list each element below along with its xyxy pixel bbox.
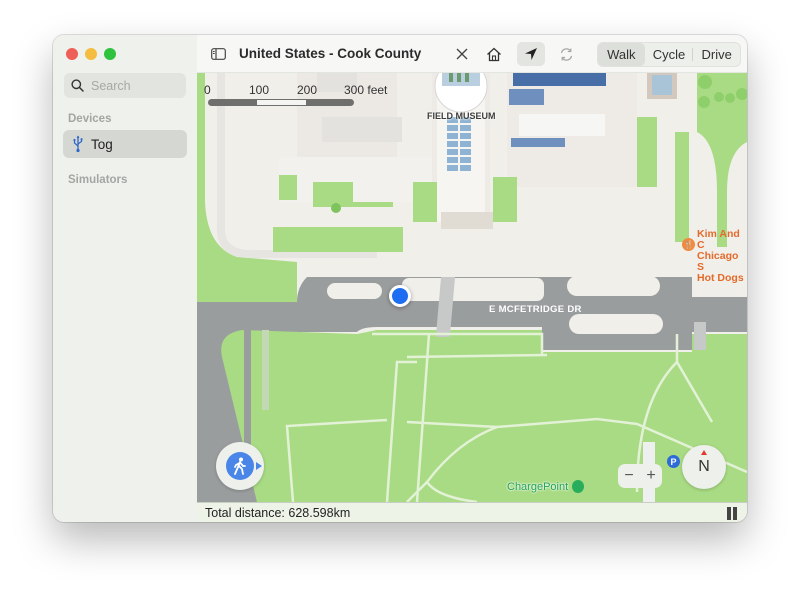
scale-label: 200 bbox=[297, 83, 318, 97]
sidebar-item-label: Tog bbox=[91, 136, 113, 152]
current-location-marker[interactable] bbox=[389, 285, 411, 307]
restaurant-label[interactable]: Kim And C Chicago S Hot Dogs bbox=[697, 229, 747, 284]
refresh-button[interactable] bbox=[553, 42, 579, 66]
search-input[interactable] bbox=[89, 77, 183, 94]
scale-bar bbox=[208, 99, 354, 106]
location-arrow-icon bbox=[525, 48, 537, 60]
sidebar-item-tog[interactable]: Tog bbox=[63, 130, 187, 158]
walk-direction-control[interactable] bbox=[216, 442, 264, 490]
close-icon bbox=[456, 48, 468, 60]
transport-mode-selector: Walk Cycle Drive bbox=[597, 42, 741, 67]
toolbar: United States - Cook County Walk Cycle D… bbox=[197, 35, 747, 73]
zoom-window-button[interactable] bbox=[104, 48, 116, 60]
app-window: Devices Tog Simulators bbox=[53, 35, 747, 522]
street-label: E MCFETRIDGE DR bbox=[489, 304, 582, 315]
search-icon bbox=[71, 79, 84, 92]
direction-arrow-icon bbox=[256, 462, 262, 470]
devices-section-header: Devices bbox=[68, 113, 112, 125]
museum-label[interactable]: FIELD MUSEUM bbox=[427, 111, 496, 121]
mode-cycle[interactable]: Cycle bbox=[646, 43, 693, 66]
scale-label: 100 bbox=[249, 83, 270, 97]
status-bar: Total distance: 628.598km bbox=[197, 502, 747, 522]
compass-label: N bbox=[698, 458, 710, 475]
map-view[interactable]: 0 100 200 300 feet FIELD MUSEUM 🍴 Kim An… bbox=[197, 72, 747, 502]
pause-icon bbox=[727, 507, 731, 520]
search-field[interactable] bbox=[64, 73, 186, 98]
charging-station-label[interactable]: ChargePoint bbox=[507, 481, 568, 493]
sidebar-toggle-button[interactable] bbox=[205, 42, 231, 66]
compass-button[interactable]: N bbox=[682, 445, 726, 489]
sidebar-icon bbox=[210, 48, 226, 60]
window-title: United States - Cook County bbox=[239, 46, 422, 61]
restaurant-label-line: Kim And C bbox=[697, 228, 740, 251]
parking-icon[interactable]: P bbox=[667, 455, 680, 468]
scale-labels: 0 100 200 300 feet bbox=[204, 83, 404, 97]
refresh-icon bbox=[560, 47, 572, 61]
restaurant-label-line: Chicago S bbox=[697, 250, 739, 273]
main-area: United States - Cook County Walk Cycle D… bbox=[197, 35, 747, 522]
clear-button[interactable] bbox=[449, 42, 475, 66]
restaurant-icon[interactable]: 🍴 bbox=[682, 238, 695, 251]
walking-person-icon bbox=[226, 452, 254, 480]
charging-station-icon[interactable] bbox=[572, 480, 584, 493]
zoom-out-button[interactable]: − bbox=[624, 467, 633, 485]
close-window-button[interactable] bbox=[66, 48, 78, 60]
sidebar: Devices Tog Simulators bbox=[53, 35, 198, 522]
scale-label: 300 feet bbox=[344, 83, 388, 97]
current-location-button[interactable] bbox=[517, 42, 545, 66]
usb-icon bbox=[73, 135, 83, 153]
home-button[interactable] bbox=[481, 42, 507, 66]
zoom-control: − + bbox=[618, 464, 662, 488]
total-distance: Total distance: 628.598km bbox=[205, 506, 351, 520]
mode-walk[interactable]: Walk bbox=[598, 43, 645, 66]
restaurant-label-line: Hot Dogs bbox=[697, 272, 744, 284]
scale-label: 0 bbox=[204, 83, 211, 97]
minimize-window-button[interactable] bbox=[85, 48, 97, 60]
pause-button[interactable] bbox=[727, 507, 737, 520]
mode-drive[interactable]: Drive bbox=[693, 43, 740, 66]
home-icon bbox=[487, 47, 501, 61]
pause-icon bbox=[733, 507, 737, 520]
simulators-section-header: Simulators bbox=[68, 174, 128, 186]
zoom-in-button[interactable]: + bbox=[646, 467, 655, 485]
map-canvas bbox=[197, 72, 747, 502]
